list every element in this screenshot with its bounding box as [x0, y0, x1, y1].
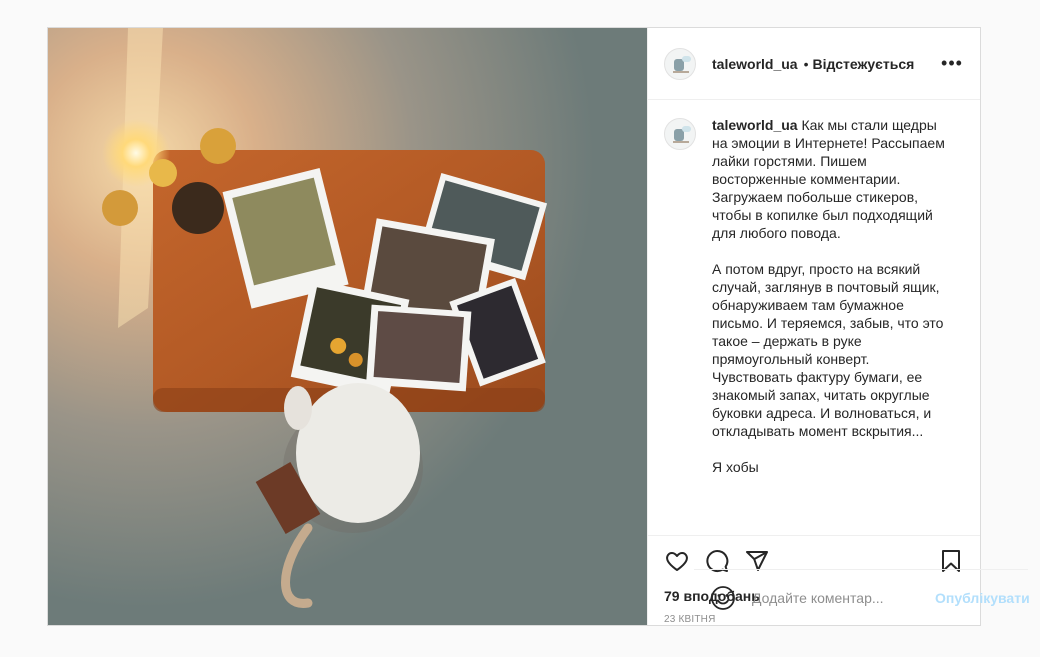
post-sidebar: taleworld_ua • Відстежується ••• talewor… [647, 28, 980, 625]
heart-icon[interactable] [664, 548, 690, 574]
more-horizontal-icon[interactable]: ••• [940, 52, 964, 76]
smile-icon[interactable] [710, 585, 736, 611]
caption-avatar[interactable] [664, 118, 696, 150]
following-button[interactable]: Відстежується [813, 56, 915, 72]
caption-username[interactable]: taleworld_ua [712, 117, 798, 133]
separator-dot: • [803, 55, 809, 72]
post-photo[interactable] [48, 28, 647, 625]
add-comment-bar: Опублікувати [694, 569, 1030, 625]
comment-input[interactable] [750, 588, 935, 607]
post-card: taleworld_ua • Відстежується ••• talewor… [47, 27, 1030, 626]
post-image [48, 28, 647, 625]
caption-text: Как мы стали щедры на эмоции в Интернете… [712, 117, 945, 475]
comments-area[interactable]: taleworld_ua Как мы стали щедры на эмоци… [648, 100, 980, 535]
caption: taleworld_ua Как мы стали щедры на эмоци… [712, 116, 950, 519]
username[interactable]: taleworld_ua [712, 56, 798, 72]
avatar[interactable] [664, 47, 696, 80]
post-comment-button[interactable]: Опублікувати [935, 590, 1030, 606]
post-header: taleworld_ua • Відстежується ••• [648, 28, 980, 100]
